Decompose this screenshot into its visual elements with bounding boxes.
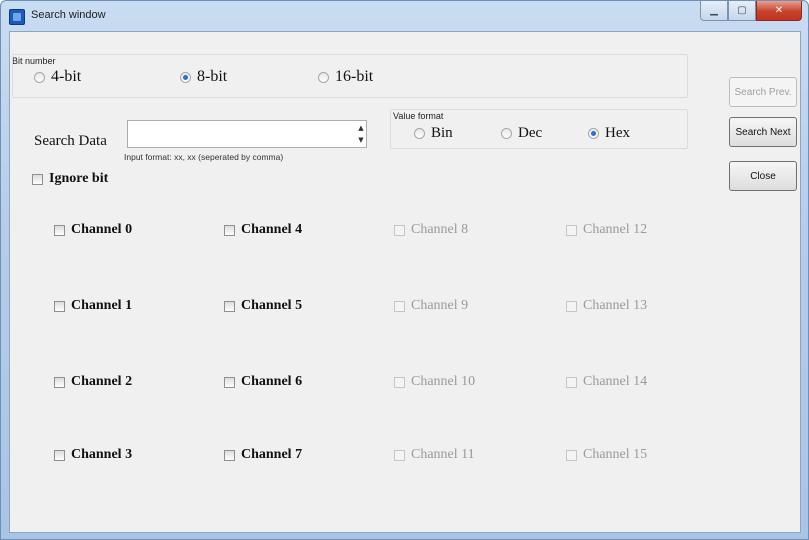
radio-16-bit[interactable]: 16-bit	[318, 68, 373, 86]
window-title: Search window	[31, 9, 106, 21]
radio-bin[interactable]: Bin	[414, 125, 453, 142]
channel-8-box	[394, 224, 405, 236]
radio-16-bit-label: 16-bit	[335, 68, 374, 85]
channel-1-checkbox[interactable]: Channel 1	[54, 298, 132, 314]
radio-dec-label: Dec	[518, 125, 543, 141]
channel-8-label: Channel 8	[411, 222, 469, 237]
radio-8-bit-indicator	[180, 71, 191, 83]
search-data-input[interactable]	[127, 120, 367, 148]
radio-hex[interactable]: Hex	[588, 125, 630, 142]
channel-5-box	[224, 300, 235, 312]
channel-2-checkbox[interactable]: Channel 2	[54, 374, 132, 390]
ignore-bit-label: Ignore bit	[49, 171, 109, 186]
channel-7-checkbox[interactable]: Channel 7	[224, 447, 302, 463]
radio-bin-label: Bin	[431, 125, 453, 141]
channel-12-box	[566, 224, 577, 236]
radio-hex-indicator	[588, 128, 599, 139]
window-controls: ▁ ▢ ✕	[700, 1, 802, 21]
channel-4-box	[224, 224, 235, 236]
search-prev-button[interactable]: Search Prev.	[729, 77, 797, 107]
input-format-hint: Input format: xx, xx (seperated by comma…	[124, 152, 284, 162]
radio-bin-indicator	[414, 128, 425, 139]
radio-8-bit-label: 8-bit	[197, 68, 228, 85]
search-window: Search window ▁ ▢ ✕ Bit number 4-bit 8-b…	[0, 0, 809, 540]
channel-3-checkbox[interactable]: Channel 3	[54, 447, 132, 463]
channel-6-checkbox[interactable]: Channel 6	[224, 374, 302, 390]
radio-4-bit-label: 4-bit	[51, 68, 82, 85]
channel-6-box	[224, 376, 235, 388]
ignore-bit-box	[32, 173, 43, 185]
channel-5-checkbox[interactable]: Channel 5	[224, 298, 302, 314]
channel-12-label: Channel 12	[583, 222, 648, 237]
channel-13-label: Channel 13	[583, 298, 648, 313]
ignore-bit-checkbox[interactable]: Ignore bit	[32, 171, 108, 187]
radio-hex-label: Hex	[605, 125, 630, 141]
channel-8-checkbox: Channel 8	[394, 222, 468, 238]
channel-3-label: Channel 3	[71, 447, 133, 462]
radio-dec-indicator	[501, 128, 512, 139]
radio-8-bit[interactable]: 8-bit	[180, 68, 227, 86]
close-window-button[interactable]: ✕	[756, 1, 802, 21]
channel-1-label: Channel 1	[71, 298, 133, 313]
channel-11-checkbox: Channel 11	[394, 447, 475, 463]
channel-11-box	[394, 449, 405, 461]
channel-9-checkbox: Channel 9	[394, 298, 468, 314]
channel-15-label: Channel 15	[583, 447, 648, 462]
channel-13-checkbox: Channel 13	[566, 298, 647, 314]
channel-0-label: Channel 0	[71, 222, 133, 237]
channel-14-box	[566, 376, 577, 388]
channel-10-box	[394, 376, 405, 388]
channel-15-box	[566, 449, 577, 461]
channel-7-box	[224, 449, 235, 461]
channel-6-label: Channel 6	[241, 374, 303, 389]
search-data-label: Search Data	[34, 133, 107, 149]
client-area: Bit number 4-bit 8-bit 16-bit Search Dat…	[9, 31, 801, 533]
maximize-button[interactable]: ▢	[728, 1, 756, 21]
channel-0-checkbox[interactable]: Channel 0	[54, 222, 132, 238]
minimize-button[interactable]: ▁	[700, 1, 728, 21]
channel-1-box	[54, 300, 65, 312]
close-button[interactable]: Close	[729, 161, 797, 191]
search-data-spinner[interactable]: ▲ ▼	[355, 122, 367, 146]
channel-4-checkbox[interactable]: Channel 4	[224, 222, 302, 238]
search-next-button[interactable]: Search Next	[729, 117, 797, 147]
spin-up-icon[interactable]: ▲	[355, 122, 367, 134]
channel-9-label: Channel 9	[411, 298, 469, 313]
channel-4-label: Channel 4	[241, 222, 303, 237]
radio-4-bit[interactable]: 4-bit	[34, 68, 81, 86]
app-icon	[9, 9, 25, 25]
channel-2-box	[54, 376, 65, 388]
channel-10-label: Channel 10	[411, 374, 476, 389]
channel-13-box	[566, 300, 577, 312]
channel-11-label: Channel 11	[411, 447, 475, 462]
radio-4-bit-indicator	[34, 71, 45, 83]
spin-down-icon[interactable]: ▼	[355, 134, 367, 146]
radio-dec[interactable]: Dec	[501, 125, 542, 142]
channel-10-checkbox: Channel 10	[394, 374, 475, 390]
radio-16-bit-indicator	[318, 71, 329, 83]
channel-9-box	[394, 300, 405, 312]
channel-7-label: Channel 7	[241, 447, 303, 462]
channel-15-checkbox: Channel 15	[566, 447, 647, 463]
channel-5-label: Channel 5	[241, 298, 303, 313]
channel-2-label: Channel 2	[71, 374, 133, 389]
channel-3-box	[54, 449, 65, 461]
channel-14-label: Channel 14	[583, 374, 648, 389]
channel-12-checkbox: Channel 12	[566, 222, 647, 238]
channel-14-checkbox: Channel 14	[566, 374, 647, 390]
title-bar[interactable]: Search window ▁ ▢ ✕	[1, 1, 808, 31]
channel-0-box	[54, 224, 65, 236]
